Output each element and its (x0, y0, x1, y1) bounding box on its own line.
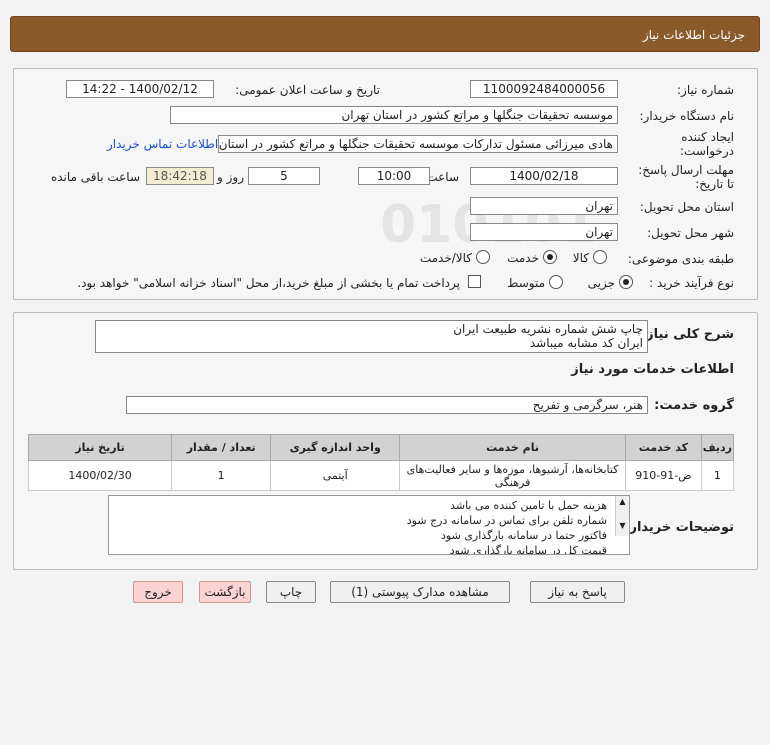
summary-line-1: چاپ شش شماره نشریه طبیعت ایران (453, 322, 643, 336)
table-row: 1 ض-91-910 کتابخانه‌ها، آرشیوها، موزه‌ها… (27, 460, 735, 491)
category-option-service: خدمت (507, 251, 539, 265)
buyer-org-field: موسسه تحقیقات جنگلها و مراتع کشور در است… (170, 106, 618, 124)
cell-unit: آیتمی (270, 460, 401, 491)
announce-field: 1400/02/12 - 14:22 (66, 80, 214, 98)
col-quantity: تعداد / مقدار (171, 434, 272, 461)
category-option-goods: کالا (572, 251, 589, 265)
payment-note: پرداخت تمام یا بخشی از مبلغ خرید،از محل … (77, 276, 460, 290)
buyer-org-label: نام دستگاه خریدار: (639, 109, 735, 123)
process-radio-medium[interactable] (549, 275, 563, 289)
need-number-label: شماره نیاز: (677, 83, 734, 97)
remaining-time-field: 18:42:18 (146, 167, 214, 185)
col-unit: واحد اندازه گیری (270, 434, 401, 461)
buyer-notes-scrollbar[interactable]: ▲ ▼ (615, 496, 629, 536)
deadline-time-label: ساعت (426, 170, 459, 184)
exit-button[interactable]: خروج (133, 581, 183, 603)
process-option-minor: جزیی (587, 276, 615, 290)
scroll-up-icon[interactable]: ▲ (616, 496, 629, 508)
buyer-note-line-2: شماره تلفن برای تماس در سامانه درج شود (406, 514, 607, 527)
deadline-time-field: 10:00 (358, 167, 430, 185)
col-need-date: تاریخ نیاز (27, 434, 173, 461)
treasury-payment-checkbox[interactable] (468, 275, 481, 288)
attachments-button[interactable]: مشاهده مدارک پیوستی (1) (330, 581, 510, 603)
print-button[interactable]: چاپ (266, 581, 316, 603)
deadline-date-field: 1400/02/18 (470, 167, 618, 185)
process-radio-minor[interactable] (619, 275, 633, 289)
province-field: تهران (470, 197, 618, 215)
reply-button[interactable]: پاسخ به نیاز (530, 581, 625, 603)
days-field: 5 (248, 167, 320, 185)
category-radio-goods[interactable] (593, 250, 607, 264)
cell-quantity: 1 (171, 460, 272, 491)
summary-field: چاپ شش شماره نشریه طبیعت ایران ایران کد … (95, 320, 648, 353)
page-title: جزئیات اطلاعات نیاز (642, 28, 745, 42)
services-table-header: ردیف کد خدمت نام خدمت واحد اندازه گیری ت… (27, 434, 735, 461)
creator-label: ایجاد کننده درخواست: (680, 130, 734, 158)
process-label: نوع فرآیند خرید : (649, 276, 734, 290)
back-button[interactable]: بازگشت (199, 581, 251, 603)
buyer-notes-box[interactable]: هزینه حمل با تامین کننده می باشد شماره ت… (108, 495, 630, 555)
col-service-code: کد خدمت (624, 434, 702, 461)
buyer-note-line-1: هزینه حمل با تامین کننده می باشد (450, 499, 607, 512)
creator-field: هادی میرزائی مسئول تدارکات موسسه تحقیقات… (218, 135, 618, 153)
service-group-label: گروه خدمت: (654, 398, 734, 413)
buyer-note-line-3: فاکتور حتما در سامانه بارگذاری شود (441, 529, 607, 542)
need-number-field: 1100092484000056 (470, 80, 618, 98)
cell-row: 1 (700, 460, 735, 491)
category-option-goods-service: کالا/خدمت (419, 251, 472, 265)
buyer-notes-label: توضیحات خریدار: (624, 520, 734, 535)
scroll-down-icon[interactable]: ▼ (616, 520, 629, 532)
summary-line-2: ایران کد مشابه میباشد (529, 336, 643, 350)
category-label: طبقه بندی موضوعی: (627, 252, 734, 266)
category-radio-goods-service[interactable] (476, 250, 490, 264)
services-table: ردیف کد خدمت نام خدمت واحد اندازه گیری ت… (27, 434, 735, 491)
col-service-name: نام خدمت (399, 434, 626, 461)
col-row: ردیف (700, 434, 735, 461)
announce-label: تاریخ و ساعت اعلان عمومی: (235, 83, 380, 97)
category-radio-service[interactable] (543, 250, 557, 264)
province-label: استان محل تحویل: (639, 200, 734, 214)
cell-service-code: ض-91-910 (624, 460, 702, 491)
cell-service-name: کتابخانه‌ها، آرشیوها، موزه‌ها و سایر فعا… (399, 460, 626, 491)
city-label: شهر محل تحویل: (647, 226, 734, 240)
page-header: جزئیات اطلاعات نیاز (10, 16, 760, 52)
process-option-medium: متوسط (507, 276, 545, 290)
remaining-label: ساعت باقی مانده (50, 170, 140, 184)
days-label: روز و (217, 170, 244, 184)
services-section-title: اطلاعات خدمات مورد نیاز (571, 362, 734, 377)
buyer-note-line-4: قیمت کل در سامانه بارگذاری شود (449, 544, 607, 555)
summary-label: شرح کلی نیاز: (640, 327, 734, 342)
service-group-field: هنر، سرگرمی و تفریح (126, 396, 648, 414)
city-field: تهران (470, 223, 618, 241)
deadline-label: مهلت ارسال پاسخ: تا تاریخ: (638, 163, 734, 191)
contact-buyer-link[interactable]: اطلاعات تماس خریدار (107, 137, 218, 151)
cell-need-date: 1400/02/30 (27, 460, 173, 491)
